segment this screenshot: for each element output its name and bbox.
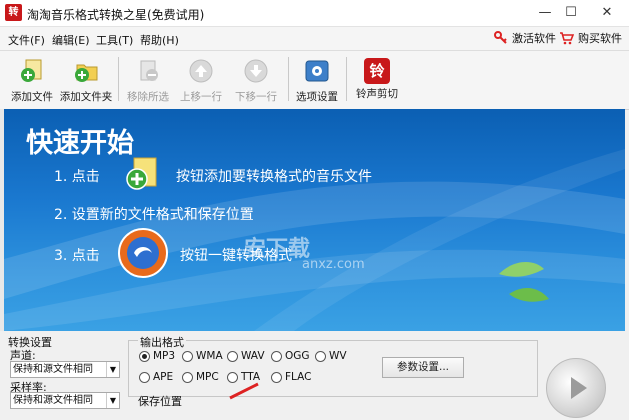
menu-bar: 文件(F) 编辑(E) 工具(T) 帮助(H) 激活软件 购买软件 (0, 27, 629, 50)
add-folder-button[interactable]: 添加文件夹 (56, 55, 116, 105)
remove-selected-button[interactable]: 移除所选 (118, 55, 178, 105)
window-title: 淘淘音乐格式转换之星(免费试用) (27, 8, 205, 22)
format-radio-mpc[interactable]: MPC (182, 371, 219, 383)
cart-icon (560, 32, 574, 45)
menu-edit[interactable]: 编辑(E) (52, 32, 90, 48)
ringtone-cut-button[interactable]: 铃 铃声剪切 (347, 55, 407, 105)
move-down-label: 下移一行 (235, 91, 277, 103)
add-folder-icon (75, 64, 98, 82)
remove-label: 移除所选 (127, 91, 169, 103)
step-2-text: 2. 设置新的文件格式和保存位置 (54, 207, 254, 223)
arrow-down-icon (244, 59, 268, 83)
format-radio-wma[interactable]: WMA (182, 350, 223, 362)
format-radio-flac[interactable]: FLAC (271, 371, 311, 383)
convert-button-illustration (118, 228, 168, 278)
options-label: 选项设置 (296, 91, 338, 103)
parameter-settings-button[interactable]: 参数设置... (382, 357, 464, 378)
activate-software-link[interactable]: 激活软件 (494, 30, 556, 46)
activate-label: 激活软件 (512, 32, 556, 45)
menu-tools[interactable]: 工具(T) (96, 32, 133, 48)
buy-software-link[interactable]: 购买软件 (559, 30, 622, 46)
toolbar: 添加文件 添加文件夹 移除所选 上移一行 下移一行 选项设置 铃 铃声剪切 (0, 50, 629, 110)
menu-help[interactable]: 帮助(H) (140, 32, 179, 48)
add-file-label: 添加文件 (11, 91, 53, 103)
app-logo-icon: 转 (5, 4, 22, 21)
title-bar: 转 淘淘音乐格式转换之星(免费试用) — ☐ ✕ (0, 0, 629, 27)
step-1-prefix: 1. 点击 (54, 169, 100, 185)
chevron-down-icon: ▼ (106, 362, 119, 377)
samplerate-value: 保持和源文件相同 (13, 395, 93, 406)
quick-start-title: 快速开始 (26, 128, 134, 159)
channel-value: 保持和源文件相同 (13, 364, 93, 375)
settings-icon (305, 60, 329, 82)
channel-select[interactable]: 保持和源文件相同 ▼ (10, 361, 120, 378)
step-1-text: 按钮添加要转换格式的音乐文件 (176, 169, 372, 185)
menu-file[interactable]: 文件(F) (8, 32, 45, 48)
format-radio-wav[interactable]: WAV (227, 350, 265, 362)
add-file-button[interactable]: 添加文件 (2, 55, 62, 105)
start-convert-button[interactable] (546, 358, 606, 418)
chevron-down-icon: ▼ (106, 393, 119, 408)
format-radio-ape[interactable]: APE (139, 371, 173, 383)
output-format-label: 输出格式 (138, 334, 186, 350)
format-radio-ogg[interactable]: OGG (271, 350, 310, 362)
add-folder-label: 添加文件夹 (59, 91, 113, 103)
step-3-prefix: 3. 点击 (54, 248, 100, 264)
pointer-arrow-annotation (229, 382, 259, 400)
remove-icon (140, 60, 158, 81)
watermark-cn: 安下载 (244, 237, 311, 262)
add-file-icon (21, 59, 42, 82)
move-up-label: 上移一行 (180, 91, 222, 103)
close-button[interactable]: ✕ (589, 0, 625, 26)
quick-start-banner: 快速开始 1. 点击 按钮添加要转换格式的音乐文件 2. 设置新的文件格式和保存… (0, 109, 625, 331)
ringtone-icon: 铃 (364, 58, 390, 84)
add-music-file-icon (126, 157, 157, 190)
save-location-label: 保存位置 (138, 395, 182, 408)
ringtone-label: 铃声剪切 (356, 88, 398, 100)
buy-label: 购买软件 (578, 32, 622, 45)
maximize-button[interactable]: ☐ (553, 0, 589, 26)
format-radio-mp3[interactable]: MP3 (139, 350, 175, 362)
play-icon (571, 377, 587, 399)
output-format-group (128, 340, 538, 397)
watermark-url: anxz.com (302, 257, 365, 272)
key-icon (494, 31, 507, 44)
samplerate-select[interactable]: 保持和源文件相同 ▼ (10, 392, 120, 409)
options-button[interactable]: 选项设置 (287, 55, 347, 105)
move-down-button[interactable]: 下移一行 (226, 55, 286, 105)
move-up-button[interactable]: 上移一行 (171, 55, 231, 105)
arrow-up-icon (189, 59, 213, 83)
format-radio-wv[interactable]: WV (315, 350, 347, 362)
